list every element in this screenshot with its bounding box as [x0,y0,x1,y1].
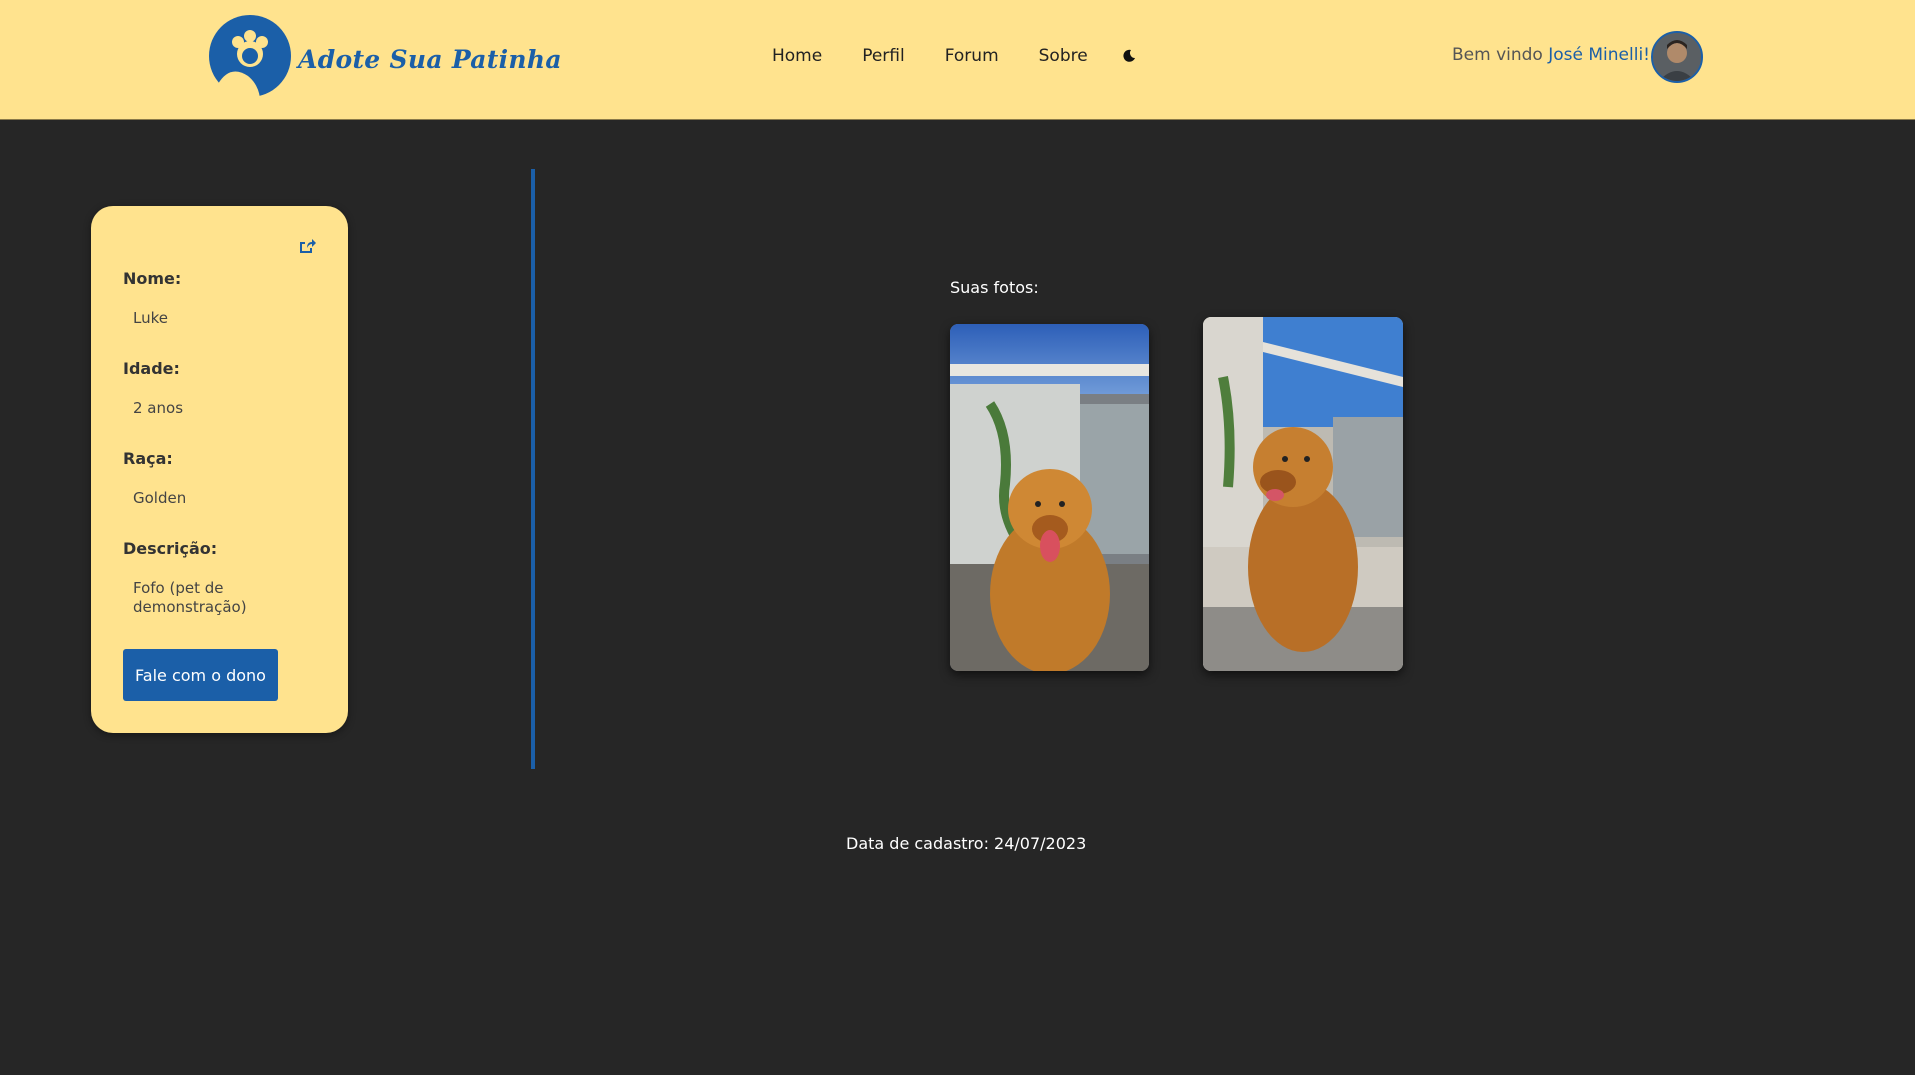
field-label-raca: Raça: [123,449,173,468]
top-navbar: Adote Sua Patinha Home Perfil Forum Sobr… [0,0,1915,120]
vertical-divider [531,169,535,769]
photos-title: Suas fotos: [950,278,1039,297]
field-label-nome: Nome: [123,269,182,288]
user-avatar[interactable] [1651,31,1703,83]
avatar-image [1653,33,1701,81]
nav-sobre[interactable]: Sobre [1039,46,1088,66]
pet-info-card: Nome: Luke Idade: 2 anos Raça: Golden De… [91,206,348,733]
field-label-descricao: Descrição: [123,539,218,558]
welcome-username: José Minelli! [1548,45,1650,65]
pet-photo-2[interactable] [1203,317,1403,671]
logo-text: Adote Sua Patinha [298,44,562,74]
paw-logo-icon [209,15,291,98]
pet-photo-1[interactable] [950,324,1149,671]
nav-home[interactable]: Home [772,46,822,66]
nav-forum[interactable]: Forum [945,46,999,66]
nav-perfil[interactable]: Perfil [862,46,905,66]
share-edit-icon[interactable] [298,237,316,255]
field-value-raca: Golden [133,489,187,507]
field-value-idade: 2 anos [133,399,184,417]
dog-photo-image [1203,317,1403,671]
registration-date: Data de cadastro: 24/07/2023 [846,834,1087,853]
field-label-idade: Idade: [123,359,180,378]
site-logo[interactable]: Adote Sua Patinha [208,14,562,98]
dog-photo-image [950,324,1149,671]
field-value-nome: Luke [133,309,168,327]
main-nav: Home Perfil Forum Sobre [772,46,1136,66]
contact-owner-button[interactable]: Fale com o dono [123,649,278,701]
field-value-descricao: Fofo (pet de demonstração) [133,579,247,616]
welcome-prefix: Bem vindo [1452,45,1543,65]
moon-icon[interactable] [1122,49,1136,63]
welcome-message: Bem vindo José Minelli! [1452,45,1650,65]
